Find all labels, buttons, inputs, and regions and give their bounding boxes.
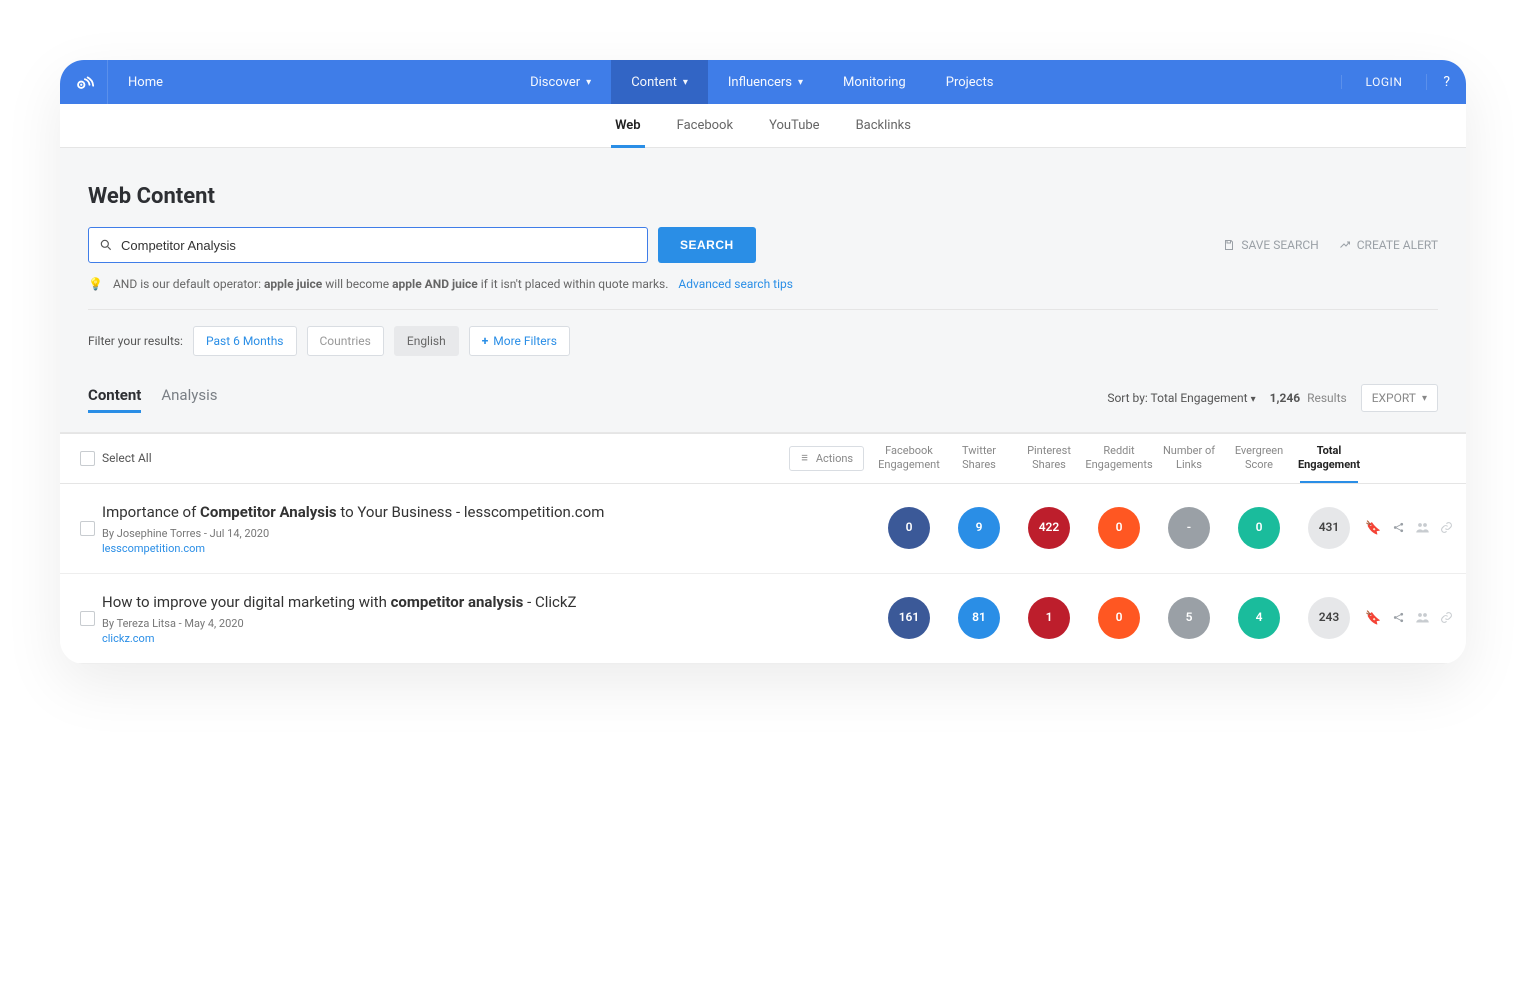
metric-pinterest: 1	[1028, 597, 1070, 639]
create-alert-label: CREATE ALERT	[1357, 238, 1438, 252]
nav-content-label: Content	[631, 75, 677, 90]
nav-discover-label: Discover	[530, 75, 580, 90]
metric-twitter: 81	[958, 597, 1000, 639]
metric-total: 243	[1308, 597, 1350, 639]
metric-pinterest: 422	[1028, 507, 1070, 549]
metric-facebook: 161	[888, 597, 930, 639]
result-title[interactable]: How to improve your digital marketing wi…	[102, 592, 759, 613]
col-pinterest[interactable]: Pinterest Shares	[1014, 444, 1084, 473]
chevron-down-icon: ▾	[683, 77, 688, 88]
bookmark-icon[interactable]: 🔖	[1365, 611, 1381, 626]
plus-icon: +	[482, 334, 489, 348]
metric-links: -	[1168, 507, 1210, 549]
select-all-checkbox[interactable]	[80, 451, 95, 466]
page-title: Web Content	[88, 184, 1438, 209]
table-header: Select All Actions Facebook Engagement T…	[60, 434, 1466, 484]
select-all-label: Select All	[102, 451, 182, 465]
metric-total: 431	[1308, 507, 1350, 549]
sub-tabs: Web Facebook YouTube Backlinks	[60, 104, 1466, 148]
results-count: 1,246 Results	[1270, 391, 1347, 405]
metric-reddit: 0	[1098, 507, 1140, 549]
chevron-down-icon: ▾	[1422, 393, 1427, 404]
results-tab-analysis[interactable]: Analysis	[161, 386, 217, 412]
metric-evergreen: 4	[1238, 597, 1280, 639]
login-button[interactable]: LOGIN	[1341, 75, 1427, 89]
advanced-search-link[interactable]: Advanced search tips	[678, 277, 793, 291]
result-domain[interactable]: clickz.com	[102, 632, 759, 645]
nav-content[interactable]: Content ▾	[611, 60, 708, 104]
metric-evergreen: 0	[1238, 507, 1280, 549]
main-area: Web Content SEARCH SAVE SEARCH	[60, 148, 1466, 433]
metric-facebook: 0	[888, 507, 930, 549]
actions-icon	[800, 453, 811, 464]
search-button[interactable]: SEARCH	[658, 227, 756, 263]
col-links[interactable]: Number of Links	[1154, 444, 1224, 473]
result-byline: By Josephine Torres - Jul 14, 2020	[102, 527, 759, 540]
save-icon	[1223, 239, 1235, 251]
filter-english[interactable]: English	[394, 326, 459, 356]
tab-youtube[interactable]: YouTube	[765, 104, 824, 147]
sort-selector[interactable]: Sort by: Total Engagement ▾	[1107, 391, 1255, 405]
nav-monitoring[interactable]: Monitoring	[823, 60, 926, 104]
help-button[interactable]: ?	[1426, 74, 1466, 90]
filter-more[interactable]: + More Filters	[469, 326, 570, 356]
result-domain[interactable]: lesscompetition.com	[102, 542, 759, 555]
nav-home[interactable]: Home	[108, 60, 183, 104]
share-icon[interactable]	[1392, 611, 1405, 626]
tab-web[interactable]: Web	[611, 104, 645, 147]
results-table: Select All Actions Facebook Engagement T…	[60, 433, 1466, 664]
tab-backlinks[interactable]: Backlinks	[852, 104, 915, 147]
col-total[interactable]: Total Engagement	[1294, 444, 1364, 473]
people-icon[interactable]	[1415, 611, 1430, 626]
table-row: Importance of Competitor Analysis to You…	[60, 484, 1466, 574]
lightbulb-icon: 💡	[88, 277, 103, 291]
col-reddit[interactable]: Reddit Engagements	[1084, 444, 1154, 473]
nav-influencers[interactable]: Influencers ▾	[708, 60, 823, 104]
link-icon[interactable]	[1440, 521, 1453, 536]
save-search-button[interactable]: SAVE SEARCH	[1223, 238, 1318, 252]
table-row: How to improve your digital marketing wi…	[60, 574, 1466, 664]
nav-discover[interactable]: Discover ▾	[510, 60, 611, 104]
nav-influencers-label: Influencers	[728, 75, 792, 90]
metric-twitter: 9	[958, 507, 1000, 549]
alert-icon	[1339, 239, 1351, 251]
top-nav: Home Discover ▾ Content ▾ Influencers ▾ …	[60, 60, 1466, 104]
metric-links: 5	[1168, 597, 1210, 639]
filter-countries[interactable]: Countries	[307, 326, 384, 356]
export-button[interactable]: EXPORT ▾	[1361, 384, 1438, 412]
share-icon[interactable]	[1392, 521, 1405, 536]
search-box[interactable]	[88, 227, 648, 263]
tab-facebook[interactable]: Facebook	[673, 104, 737, 147]
results-tab-content[interactable]: Content	[88, 386, 141, 412]
create-alert-button[interactable]: CREATE ALERT	[1339, 238, 1438, 252]
nav-projects[interactable]: Projects	[926, 60, 1014, 104]
result-byline: By Tereza Litsa - May 4, 2020	[102, 617, 759, 630]
col-evergreen[interactable]: Evergreen Score	[1224, 444, 1294, 473]
row-checkbox[interactable]	[80, 611, 95, 626]
logo-icon[interactable]	[60, 60, 108, 104]
filter-label: Filter your results:	[88, 334, 183, 348]
filter-past-6-months[interactable]: Past 6 Months	[193, 326, 297, 356]
link-icon[interactable]	[1440, 611, 1453, 626]
metric-reddit: 0	[1098, 597, 1140, 639]
chevron-down-icon: ▾	[798, 77, 803, 88]
col-twitter[interactable]: Twitter Shares	[944, 444, 1014, 473]
search-icon	[99, 238, 113, 252]
search-hint: 💡 AND is our default operator: apple jui…	[88, 277, 1438, 291]
bookmark-icon[interactable]: 🔖	[1365, 521, 1381, 536]
chevron-down-icon: ▾	[586, 77, 591, 88]
people-icon[interactable]	[1415, 521, 1430, 536]
search-input[interactable]	[121, 238, 637, 253]
result-title[interactable]: Importance of Competitor Analysis to You…	[102, 502, 759, 523]
save-search-label: SAVE SEARCH	[1241, 238, 1318, 252]
row-checkbox[interactable]	[80, 521, 95, 536]
col-facebook[interactable]: Facebook Engagement	[874, 444, 944, 473]
actions-button[interactable]: Actions	[789, 446, 864, 471]
chevron-down-icon: ▾	[1251, 394, 1256, 405]
